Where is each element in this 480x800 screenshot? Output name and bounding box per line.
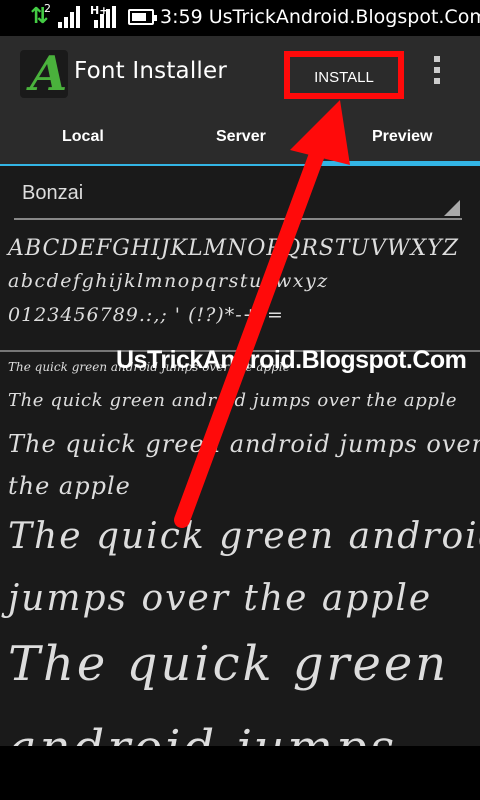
sample-line-7: The quick green [8, 636, 450, 692]
sample-line-8: android jumps [8, 720, 397, 746]
sim-number: 2 [44, 2, 51, 15]
overflow-menu-icon[interactable] [432, 56, 442, 90]
charset-lower: abcdefghijklmnopqrstuvwxyz [8, 270, 329, 292]
signal-icon [58, 6, 80, 28]
sample-line-4: the apple [8, 472, 131, 500]
charset-upper: ABCDEFGHIJKLMNOPQRSTUVWXYZ [8, 236, 460, 261]
charset-digits: 0123456789.:,; ' (!?)*-+/= [8, 304, 284, 326]
action-bar: A Font Installer INSTALL [0, 36, 480, 110]
tab-preview[interactable]: Preview [372, 128, 432, 146]
preview-content: Bonzai ABCDEFGHIJKLMNOPQRSTUVWXYZ abcdef… [0, 166, 480, 746]
sample-line-3: The quick green android jumps over [8, 430, 480, 458]
install-button[interactable]: INSTALL [284, 51, 404, 99]
tab-server[interactable]: Server [216, 128, 266, 146]
watermark-text: UsTrickAndroid.Blogspot.Com [116, 346, 467, 374]
install-label: INSTALL [314, 69, 374, 86]
status-time: 3:59 UsTrickAndroid.Blogspot.Com [160, 6, 480, 28]
app-icon-letter: A [30, 46, 68, 102]
tab-bar: Local Server Preview [0, 110, 480, 166]
app-icon: A [20, 46, 68, 102]
sample-line-6: jumps over the apple [8, 578, 433, 619]
app-title: Font Installer [74, 58, 228, 84]
tab-local[interactable]: Local [62, 128, 104, 146]
font-select[interactable]: Bonzai [14, 176, 462, 220]
battery-icon [128, 9, 157, 25]
sample-line-5: The quick green android [8, 516, 480, 557]
status-bar: ⇅ 2 H+ 3:59 UsTrickAndroid.Blogspot.Com [0, 0, 480, 36]
font-select-value: Bonzai [22, 182, 84, 204]
dropdown-icon [444, 200, 460, 216]
signal-icon-2 [94, 6, 116, 28]
sample-line-2: The quick green android jumps over the a… [8, 390, 458, 411]
